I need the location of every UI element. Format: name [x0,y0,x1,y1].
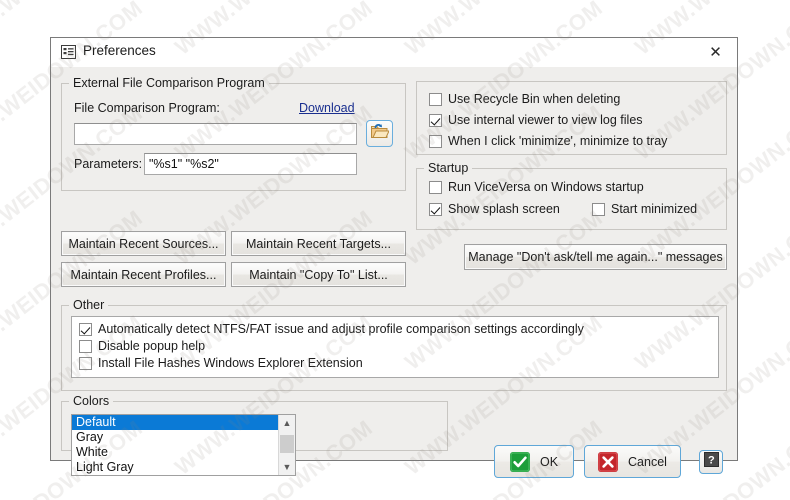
ok-label: OK [539,454,559,469]
maintain-recent-sources-button[interactable]: Maintain Recent Sources... [61,231,226,256]
maintain-recent-profiles-button[interactable]: Maintain Recent Profiles... [61,262,226,287]
checkbox-show-splash-screen[interactable]: Show splash screen [429,202,560,216]
close-icon[interactable]: ✕ [694,38,737,67]
manage-messages-button[interactable]: Manage "Don't ask/tell me again..." mess… [464,244,727,270]
download-link[interactable]: Download [299,101,355,115]
external-file-comparison-group: External File Comparison Program File Co… [61,76,406,191]
list-item[interactable]: Default [72,415,279,430]
colors-group: Colors Default Gray White Light Gray Lig… [61,394,448,476]
question-mark-icon: ? [703,452,719,472]
checkbox-label: Use Recycle Bin when deleting [448,92,621,106]
checkbox-install-file-hashes-extension[interactable]: Install File Hashes Windows Explorer Ext… [79,356,363,370]
green-check-icon [509,451,530,472]
checkbox-box [429,92,442,106]
checkbox-box [429,202,442,216]
checkbox-box [79,322,92,336]
scroll-down-icon[interactable]: ▼ [279,459,295,475]
ok-button[interactable]: OK [494,445,574,478]
checkbox-box [79,339,92,353]
checkbox-use-internal-viewer[interactable]: Use internal viewer to view log files [429,113,643,127]
checkbox-label: Show splash screen [448,202,560,216]
page-title: Preferences [83,43,156,58]
checkbox-box [592,202,605,216]
preferences-dialog: Preferences ✕ External File Comparison P… [50,37,738,478]
cancel-label: Cancel [628,454,667,469]
checkbox-box [429,180,442,194]
red-x-icon [598,451,619,472]
checkbox-label: Run ViceVersa on Windows startup [448,180,644,194]
scroll-up-icon[interactable]: ▲ [279,415,295,431]
parameters-label: Parameters: [74,157,143,171]
maintain-recent-targets-button[interactable]: Maintain Recent Targets... [231,231,406,256]
checkbox-run-on-windows-startup[interactable]: Run ViceVersa on Windows startup [429,180,644,194]
colors-group-legend: Colors [69,394,114,408]
manage-messages-label: Manage "Don't ask/tell me again..." mess… [468,250,723,264]
svg-text:?: ? [708,455,715,467]
open-folder-icon [370,123,390,145]
list-item[interactable]: Gray [72,430,279,445]
checkbox-box [429,134,442,148]
checkbox-label: Automatically detect NTFS/FAT issue and … [98,322,584,336]
file-comparison-program-input[interactable] [74,123,357,145]
checkbox-label: Disable popup help [98,339,206,353]
scrollbar-thumb[interactable] [280,435,294,453]
file-comparison-program-label: File Comparison Program: [74,101,220,115]
startup-group: Startup Run ViceVersa on Windows startup… [416,161,727,230]
checkbox-use-recycle-bin[interactable]: Use Recycle Bin when deleting [429,92,620,106]
list-item[interactable]: White [72,445,279,460]
checkbox-disable-popup-help[interactable]: Disable popup help [79,339,205,353]
other-group: Other Automatically detect NTFS/FAT issu… [61,298,727,391]
startup-group-legend: Startup [424,161,473,175]
maintain-recent-sources-label: Maintain Recent Sources... [68,236,219,251]
checkbox-box [429,113,442,127]
checkbox-label: Use internal viewer to view log files [448,113,643,127]
external-group-legend: External File Comparison Program [69,76,269,90]
checkbox-box [79,356,92,370]
other-group-legend: Other [69,298,109,312]
form-list-icon [61,45,76,59]
checkbox-start-minimized[interactable]: Start minimized [592,202,697,216]
colors-listbox[interactable]: Default Gray White Light Gray Light... ▲… [71,414,296,476]
title-bar: Preferences ✕ [51,38,737,68]
checkbox-label: Install File Hashes Windows Explorer Ext… [98,356,363,370]
close-glyph: ✕ [709,44,722,61]
maintain-recent-profiles-label: Maintain Recent Profiles... [70,267,217,282]
other-options-panel: Automatically detect NTFS/FAT issue and … [71,316,719,378]
maintain-copy-to-list-label: Maintain "Copy To" List... [249,267,388,282]
cancel-button[interactable]: Cancel [584,445,681,478]
checkbox-label: Start minimized [611,202,698,216]
parameters-input[interactable] [144,153,357,175]
maintain-copy-to-list-button[interactable]: Maintain "Copy To" List... [231,262,406,287]
colors-listbox-rows: Default Gray White Light Gray Light... [72,415,279,476]
checkbox-minimize-to-tray[interactable]: When I click 'minimize', minimize to tra… [429,134,667,148]
browse-folder-button[interactable] [366,120,393,147]
list-item[interactable]: Light Gray [72,460,279,475]
colors-listbox-scrollbar[interactable]: ▲ ▼ [278,415,295,475]
dialog-body: External File Comparison Program File Co… [51,67,737,478]
checkbox-auto-detect-ntfs-fat[interactable]: Automatically detect NTFS/FAT issue and … [79,322,584,336]
list-item[interactable]: Light... [72,475,279,476]
general-options-group: Use Recycle Bin when deleting Use intern… [416,81,727,155]
checkbox-label: When I click 'minimize', minimize to tra… [448,134,668,148]
maintain-recent-targets-label: Maintain Recent Targets... [246,236,391,251]
help-button[interactable]: ? [699,450,723,474]
